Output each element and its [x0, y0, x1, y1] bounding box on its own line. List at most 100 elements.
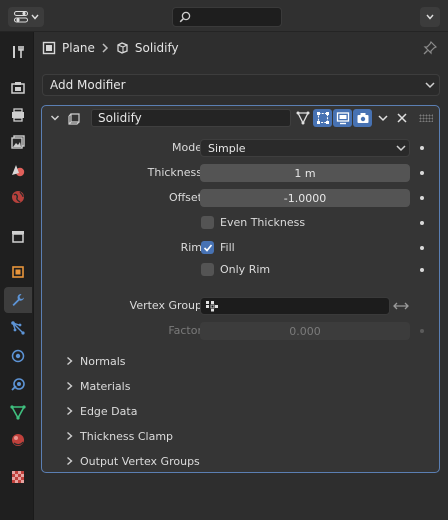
- subpanel-materials[interactable]: Materials: [64, 377, 130, 395]
- tab-material[interactable]: [4, 427, 32, 453]
- fill-label[interactable]: Fill: [220, 241, 235, 254]
- even-thickness-label[interactable]: Even Thickness: [220, 216, 305, 229]
- tab-data[interactable]: [4, 399, 32, 425]
- subpanel-thickness-clamp[interactable]: Thickness Clamp: [64, 427, 173, 445]
- tab-modifiers[interactable]: [4, 287, 32, 313]
- view-layer-images-icon: [11, 135, 25, 149]
- pin-button[interactable]: [422, 40, 438, 56]
- only-rim-row: Only Rim: [42, 260, 439, 280]
- keyframe-dot[interactable]: [420, 246, 424, 250]
- tab-physics[interactable]: [4, 343, 32, 369]
- mode-label: Mode: [172, 141, 202, 154]
- offset-value: -1.0000: [283, 191, 327, 205]
- material-sphere-icon: [12, 434, 24, 446]
- physics-orbit-icon: [11, 349, 25, 363]
- texture-checker-icon: [12, 471, 24, 483]
- chevron-down-icon: [425, 82, 435, 89]
- object-square-icon: [12, 266, 24, 278]
- breadcrumb-object: Plane: [62, 41, 95, 55]
- keyframe-dot[interactable]: [420, 196, 424, 200]
- subpanel-edge-data[interactable]: Edge Data: [64, 402, 137, 420]
- even-thickness-row: Even Thickness: [42, 213, 439, 233]
- drag-handle-icon[interactable]: [419, 114, 433, 122]
- properties-tab-bar: [0, 32, 34, 520]
- monitor-icon: [336, 112, 349, 125]
- swap-arrows-icon: [393, 302, 409, 310]
- search-icon: [179, 11, 191, 23]
- modifier-name: Solidify: [98, 111, 142, 125]
- factor-field[interactable]: 0.000: [200, 322, 410, 340]
- mode-dropdown[interactable]: Simple: [200, 139, 410, 157]
- chevron-down-icon: [30, 14, 39, 20]
- vertex-triangle-icon: [296, 111, 309, 125]
- camera-icon: [357, 113, 368, 123]
- tab-particles[interactable]: [4, 315, 32, 341]
- chevron-right-icon: [66, 456, 73, 466]
- tab-render[interactable]: [4, 75, 32, 101]
- add-modifier-label: Add Modifier: [50, 78, 126, 92]
- only-rim-label[interactable]: Only Rim: [220, 263, 270, 276]
- chevron-right-icon: [102, 43, 108, 53]
- offset-row: Offset -1.0000: [42, 188, 439, 208]
- tab-output[interactable]: [4, 102, 32, 128]
- vertex-group-field[interactable]: [200, 297, 390, 315]
- search-input[interactable]: [172, 7, 282, 27]
- mode-row: Mode Simple: [42, 138, 439, 158]
- properties-editor-icon: [13, 11, 28, 23]
- tab-texture[interactable]: [4, 464, 32, 490]
- only-rim-checkbox[interactable]: [201, 263, 214, 276]
- modifier-wrench-icon: [12, 294, 24, 306]
- tab-object[interactable]: [4, 259, 32, 285]
- chevron-down-icon: [426, 14, 434, 20]
- subpanel-output-vertex-groups-label: Output Vertex Groups: [80, 454, 200, 468]
- tab-scene[interactable]: [4, 157, 32, 183]
- remove-modifier-button[interactable]: [392, 109, 411, 127]
- render-toggle[interactable]: [353, 109, 372, 127]
- keyframe-dot[interactable]: [420, 146, 424, 150]
- collapse-arrow-icon[interactable]: [50, 113, 60, 123]
- fill-checkbox[interactable]: [201, 241, 214, 254]
- pin-icon: [423, 41, 437, 55]
- subpanel-output-vertex-groups[interactable]: Output Vertex Groups: [64, 452, 200, 470]
- tab-constraints[interactable]: [4, 371, 32, 397]
- thickness-field[interactable]: 1 m: [200, 164, 410, 182]
- edit-mode-toggle[interactable]: [313, 109, 332, 127]
- add-modifier-button[interactable]: Add Modifier: [42, 74, 440, 96]
- subpanel-thickness-clamp-label: Thickness Clamp: [80, 429, 174, 443]
- even-thickness-checkbox[interactable]: [201, 216, 214, 229]
- breadcrumb: Plane Solidify: [42, 39, 179, 57]
- chevron-right-icon: [66, 431, 73, 441]
- invert-vertex-group-button[interactable]: [392, 298, 410, 314]
- modifier-header: Solidify: [42, 106, 439, 130]
- subpanel-edge-data-label: Edge Data: [80, 404, 138, 418]
- modifier-name-field[interactable]: Solidify: [91, 109, 291, 127]
- subpanel-normals[interactable]: Normals: [64, 352, 126, 370]
- tab-tool[interactable]: [4, 39, 32, 65]
- collection-box-icon: [12, 231, 24, 243]
- close-icon: [396, 113, 407, 123]
- header-options-dropdown[interactable]: [420, 7, 440, 27]
- object-square-icon: [42, 41, 56, 55]
- offset-field[interactable]: -1.0000: [200, 189, 410, 207]
- keyframe-dot[interactable]: [420, 171, 424, 175]
- render-camera-back-icon: [11, 82, 25, 94]
- breadcrumb-modifier: Solidify: [134, 41, 179, 55]
- checkmark-icon: [203, 243, 212, 252]
- tab-view-layer[interactable]: [4, 129, 32, 155]
- vertex-group-icon: [206, 301, 218, 312]
- keyframe-dot[interactable]: [420, 268, 424, 272]
- mode-value: Simple: [208, 141, 246, 155]
- mesh-data-triangle-icon: [10, 405, 26, 420]
- chevron-right-icon: [66, 356, 73, 366]
- output-printer-icon: [12, 108, 24, 122]
- subpanel-materials-label: Materials: [80, 379, 131, 393]
- modifier-options-dropdown[interactable]: [373, 109, 392, 127]
- editor-type-selector[interactable]: [8, 7, 44, 27]
- keyframe-dot[interactable]: [420, 329, 424, 333]
- realtime-toggle[interactable]: [333, 109, 352, 127]
- keyframe-dot[interactable]: [420, 221, 424, 225]
- tab-world[interactable]: [4, 184, 32, 210]
- on-cage-toggle[interactable]: [293, 109, 312, 127]
- tab-collection[interactable]: [4, 223, 32, 249]
- scene-cone-sphere-icon: [12, 165, 25, 177]
